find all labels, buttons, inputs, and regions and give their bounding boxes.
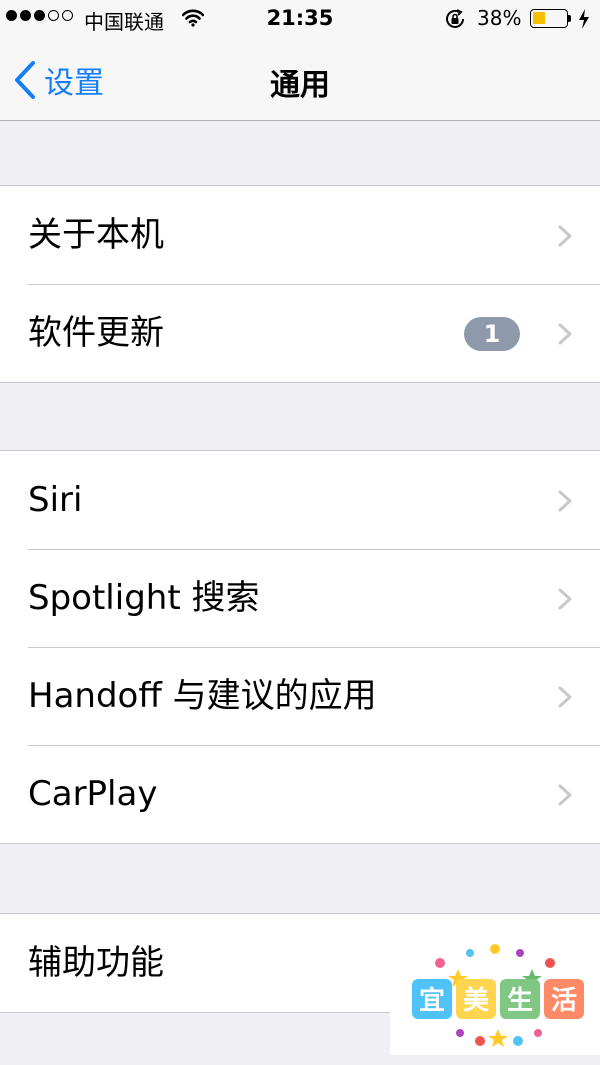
chevron-right-icon bbox=[558, 225, 572, 247]
battery-icon bbox=[530, 9, 568, 28]
row-label: 软件更新 bbox=[28, 313, 164, 353]
row-label: CarPlay bbox=[28, 774, 158, 814]
chevron-right-icon bbox=[558, 490, 572, 512]
row-carplay[interactable]: CarPlay bbox=[0, 745, 600, 843]
status-bar: 中国联通 21:35 38% bbox=[0, 0, 600, 40]
row-label: 辅助功能 bbox=[28, 943, 164, 983]
watermark-char-4: 活 bbox=[551, 986, 577, 1016]
row-siri[interactable]: Siri bbox=[0, 451, 600, 549]
watermark-logo: 宜 美 生 活 bbox=[390, 935, 600, 1055]
row-label: 关于本机 bbox=[28, 215, 164, 255]
row-label: Spotlight 搜索 bbox=[28, 578, 260, 618]
navigation-bar: 设置 通用 bbox=[0, 40, 600, 121]
row-software-update[interactable]: 软件更新 1 bbox=[0, 284, 600, 382]
page-title: 通用 bbox=[270, 68, 330, 103]
chevron-right-icon bbox=[558, 323, 572, 345]
chevron-right-icon bbox=[558, 588, 572, 610]
battery-cap bbox=[568, 15, 571, 22]
row-handoff[interactable]: Handoff 与建议的应用 bbox=[0, 647, 600, 745]
chevron-right-icon bbox=[558, 784, 572, 806]
chevron-right-icon bbox=[558, 686, 572, 708]
settings-group-1: 关于本机 软件更新 1 bbox=[0, 185, 600, 383]
watermark-char-2: 美 bbox=[463, 985, 489, 1016]
row-label: Siri bbox=[28, 480, 83, 520]
watermark-char-3: 生 bbox=[507, 986, 533, 1016]
settings-group-2: Siri Spotlight 搜索 Handoff 与建议的应用 CarPlay bbox=[0, 450, 600, 844]
row-about[interactable]: 关于本机 bbox=[0, 186, 600, 284]
orientation-lock-icon bbox=[446, 9, 464, 28]
row-label: Handoff 与建议的应用 bbox=[28, 676, 377, 716]
watermark-char-1: 宜 bbox=[419, 985, 445, 1016]
battery-percentage: 38% bbox=[477, 6, 522, 30]
update-count-badge: 1 bbox=[464, 317, 520, 351]
row-spotlight-search[interactable]: Spotlight 搜索 bbox=[0, 549, 600, 647]
charging-icon bbox=[579, 9, 589, 29]
